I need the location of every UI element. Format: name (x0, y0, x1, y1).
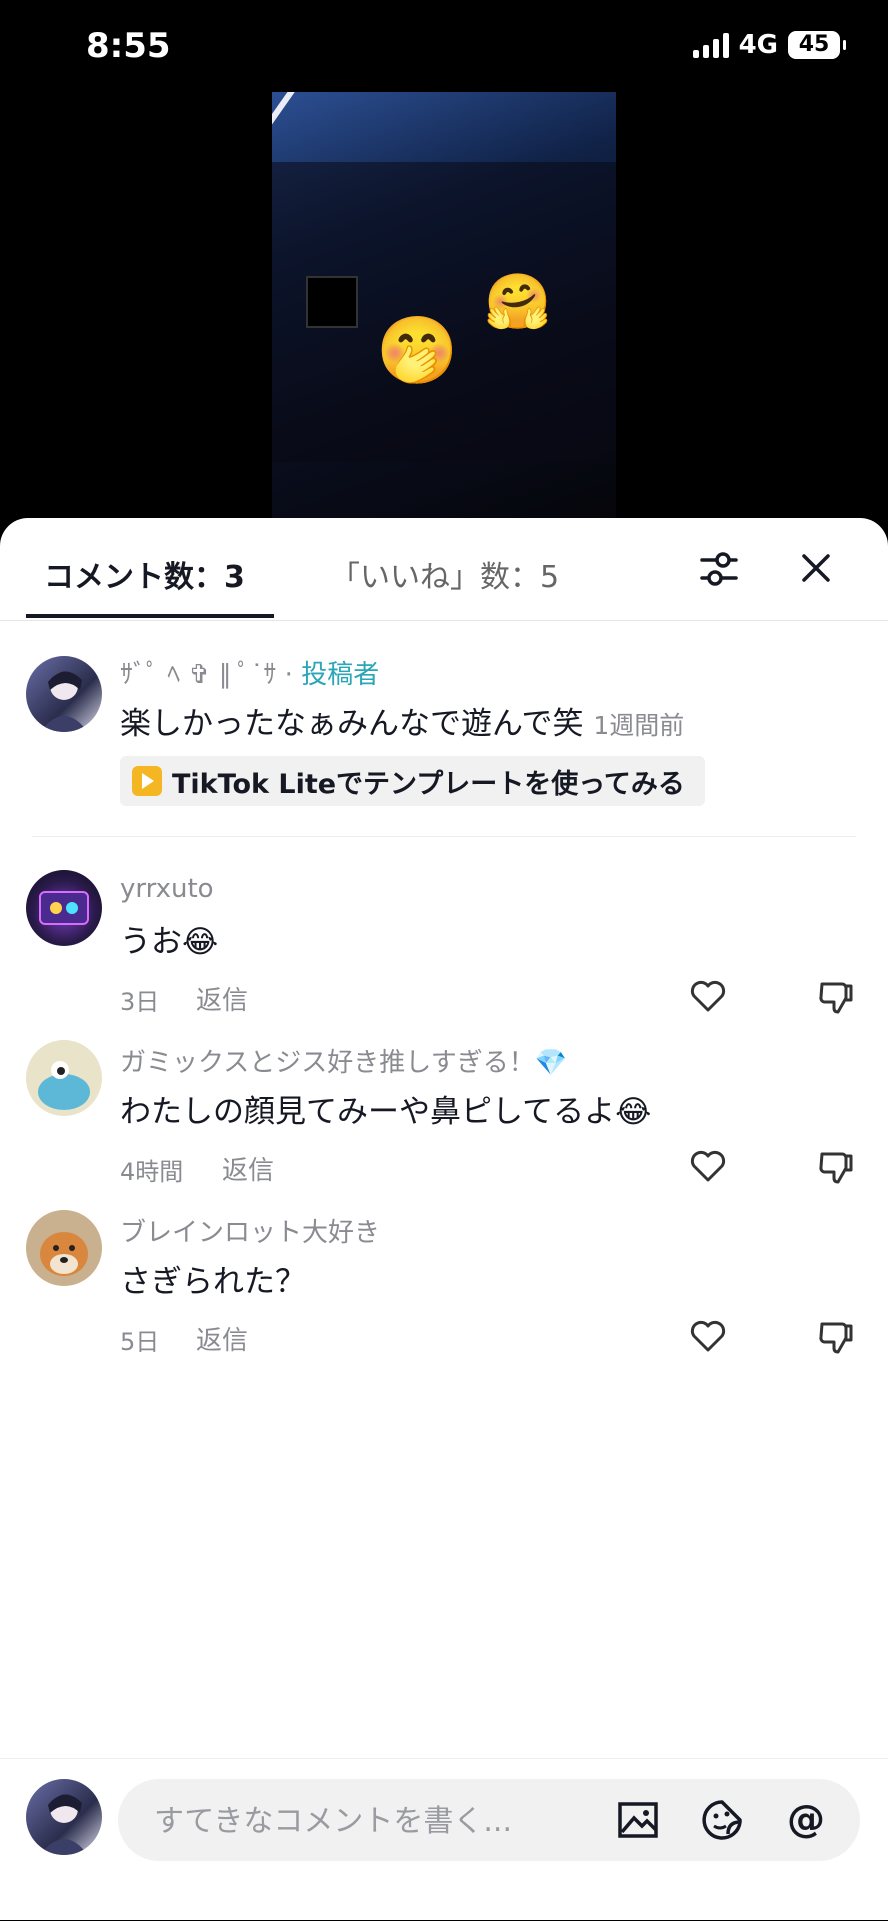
comment-time: 4時間 (120, 1158, 184, 1186)
comment-text: わたしの顔見てみーや鼻ピしてるよ😂 (120, 1094, 652, 1130)
author-name-text: ｻﾞﾟ ﾍ ✞ ∥ ﾟ˙ｻ · (120, 660, 293, 690)
commenter-avatar[interactable] (26, 870, 102, 946)
dislike-icon[interactable] (816, 1146, 856, 1186)
comment-time: 3日 (120, 988, 160, 1016)
comment-input[interactable] (152, 1779, 576, 1863)
filter-icon[interactable] (696, 546, 742, 592)
commenter-name[interactable]: ガミックスとジス好き推しすぎる！💎 (120, 1042, 567, 1079)
image-icon[interactable] (616, 1798, 660, 1842)
comment-input-pill: @ (118, 1779, 860, 1863)
status-bar: 8:55 4G 45 (0, 0, 888, 95)
commenter-avatar-art (40, 1232, 88, 1276)
author-avatar[interactable] (26, 656, 102, 732)
commenter-avatar[interactable] (26, 1040, 102, 1116)
template-label: TikTok Liteでテンプレートを使ってみる (172, 768, 685, 800)
network-label: 4G (738, 30, 778, 60)
author-name[interactable]: ｻﾞﾟ ﾍ ✞ ∥ ﾟ˙ｻ · 投稿者 (120, 654, 379, 691)
reply-button[interactable]: 返信 (196, 980, 248, 1017)
comment-text: うお😂 (120, 924, 219, 960)
reply-button[interactable]: 返信 (196, 1320, 248, 1357)
video-preview[interactable]: 🤗 🤭 (272, 92, 616, 532)
light-streak (272, 92, 308, 140)
author-avatar-art (40, 671, 88, 732)
comment-time: 5日 (120, 1328, 160, 1356)
my-avatar-art (40, 1794, 88, 1855)
tab-likes[interactable]: 「いいね」数：5 (330, 552, 559, 596)
post-time: 1週間前 (593, 711, 685, 740)
svg-text:@: @ (787, 1798, 825, 1841)
comment-sheet: コメント数：3 「いいね」数：5 ｻﾞﾟ ﾍ ✞ ∥ ﾟ˙ｻ · 投稿者 楽しか… (0, 518, 888, 1920)
mention-icon[interactable]: @ (784, 1798, 828, 1842)
status-time: 8:55 (86, 26, 171, 66)
template-button[interactable]: TikTok Liteでテンプレートを使ってみる (120, 756, 705, 806)
my-avatar[interactable] (26, 1779, 102, 1855)
signal-icon (692, 32, 729, 58)
post-caption: 楽しかったなぁみんなで遊んで笑 1週間前 (120, 698, 684, 743)
close-icon[interactable] (796, 548, 836, 588)
dislike-icon[interactable] (816, 976, 856, 1016)
hugging-face-emoji: 🤗 (484, 270, 552, 333)
heart-icon[interactable] (688, 976, 728, 1016)
divider (32, 836, 856, 837)
comment-composer: @ (0, 1758, 888, 1921)
commenter-avatar-art (39, 891, 89, 925)
status-right: 4G 45 (692, 30, 846, 60)
commenter-name[interactable]: yrrxuto (120, 874, 214, 904)
commenter-name[interactable]: ブレインロット大好き (120, 1212, 380, 1249)
comment-text: さぎられた？ (120, 1264, 306, 1300)
dislike-icon[interactable] (816, 1316, 856, 1356)
author-badge: 投稿者 (301, 660, 380, 690)
tiktok-lite-icon (132, 766, 162, 796)
heart-icon[interactable] (688, 1316, 728, 1356)
battery-icon: 45 (788, 31, 846, 59)
tab-comments[interactable]: コメント数：3 (44, 552, 245, 596)
reply-button[interactable]: 返信 (222, 1150, 274, 1187)
post-caption-text: 楽しかったなぁみんなで遊んで笑 (120, 706, 584, 742)
video-black-square (306, 276, 358, 328)
active-tab-indicator (26, 614, 274, 618)
sticker-icon[interactable] (700, 1798, 744, 1842)
commenter-avatar[interactable] (26, 1210, 102, 1286)
hand-over-mouth-emoji: 🤭 (376, 312, 459, 389)
commenter-avatar-art (38, 1061, 90, 1110)
heart-icon[interactable] (688, 1146, 728, 1186)
comment-tabs: コメント数：3 「いいね」数：5 (0, 518, 888, 621)
